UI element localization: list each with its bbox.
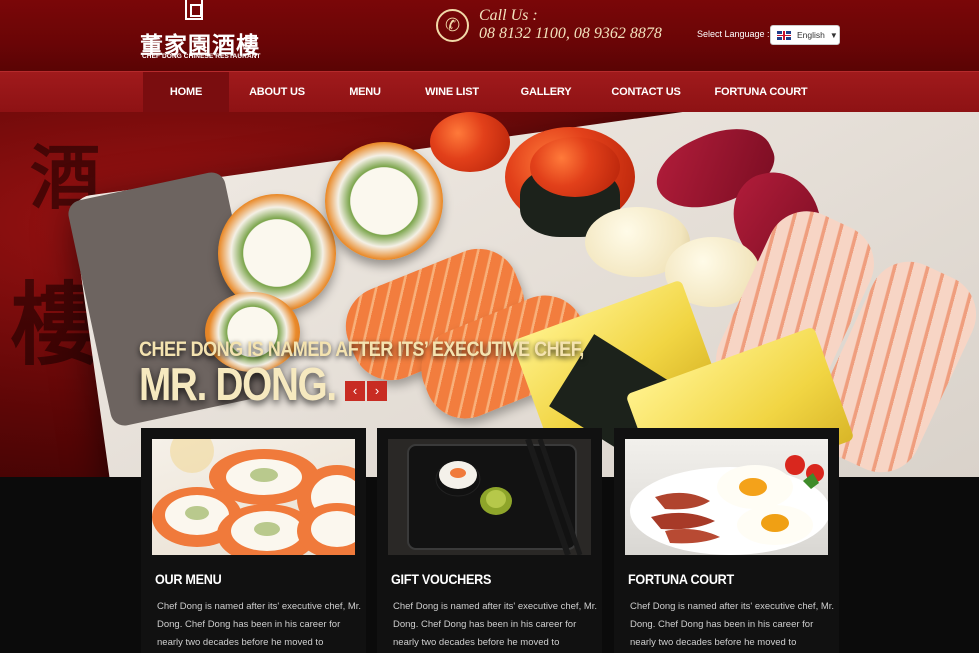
salmon-rolls-image[interactable] [152,439,355,555]
chevron-down-icon: ▼ [829,30,838,40]
roe-image [530,137,620,197]
phone-numbers: 08 8132 1100, 08 9362 8878 [479,25,662,42]
logo[interactable]: 董家園酒樓 CHEF DONG CHINESE RESTAURANT [140,0,261,66]
logo-seal-icon [185,0,203,20]
nav-item-menu[interactable]: MENU [338,72,392,113]
slider-prev-button[interactable]: ‹ [345,381,365,401]
card-title[interactable]: OUR MENU [155,571,222,587]
card-text: Chef Dong is named after its' executive … [630,601,835,648]
card-title[interactable]: FORTUNA COURT [628,571,734,587]
breakfast-plate-image[interactable] [625,439,828,555]
hero-slider: 酒 樓 董 CHEF DONG IS NAMED AFTER ITS’ EXEC… [0,112,979,477]
nav-item-contact-us[interactable]: CONTACT US [605,72,687,113]
main-nav: HOME ABOUT US MENU WINE LIST GALLERY CON… [0,71,979,113]
logo-english-text: CHEF DONG CHINESE RESTAURANT [142,53,261,60]
nav-item-fortuna-court[interactable]: FORTUNA COURT [714,72,808,113]
phone-icon: ✆ [436,9,469,42]
uk-flag-icon [777,30,791,40]
call-label: Call Us : [479,7,538,24]
hero-title: MR. DONG. [139,358,337,410]
nav-item-wine-list[interactable]: WINE LIST [418,72,486,113]
nav-item-home[interactable]: HOME [143,72,229,113]
language-select[interactable]: English ▼ [770,25,840,45]
card-text: Chef Dong is named after its' executive … [393,601,598,648]
language-selected: English [797,30,825,40]
card-title[interactable]: GIFT VOUCHERS [391,571,491,587]
nav-item-about-us[interactable]: ABOUT US [240,72,314,113]
card-fortuna-court[interactable]: FORTUNA COURT Chef Dong is named after i… [614,428,839,653]
sushi-tray-image[interactable] [388,439,591,555]
nav-item-gallery[interactable]: GALLERY [515,72,577,113]
sushi-roll-image [325,142,443,260]
slider-next-button[interactable]: › [367,381,387,401]
card-gift-vouchers[interactable]: GIFT VOUCHERS Chef Dong is named after i… [377,428,602,653]
card-text: Chef Dong is named after its' executive … [157,601,362,648]
site-header: 董家園酒樓 CHEF DONG CHINESE RESTAURANT ✆ Cal… [0,0,979,71]
card-our-menu[interactable]: OUR MENU Chef Dong is named after its' e… [141,428,366,653]
roe-image [430,112,510,172]
language-label: Select Language : [697,29,770,39]
